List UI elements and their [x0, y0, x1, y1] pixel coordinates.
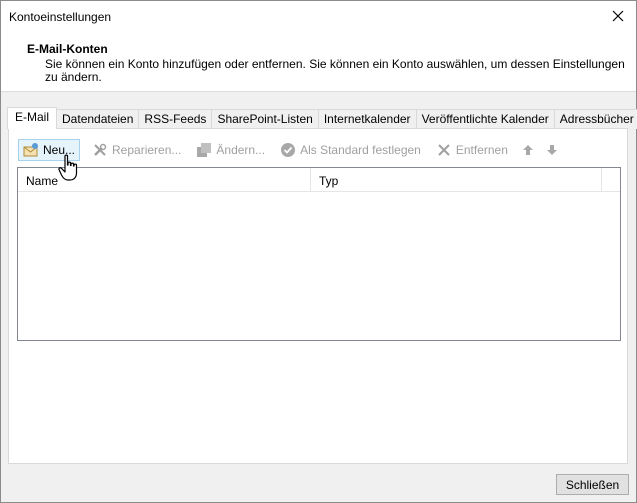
email-tab-panel: Neu... Reparieren... Ändern... Als Stand…	[8, 128, 628, 464]
change-button[interactable]: Ändern...	[193, 139, 268, 161]
account-settings-dialog: Kontoeinstellungen E-Mail-Konten Sie kön…	[0, 0, 637, 503]
title-bar: Kontoeinstellungen	[1, 1, 636, 32]
arrow-down-icon	[546, 145, 557, 155]
remove-button[interactable]: Entfernen	[433, 139, 511, 161]
window-title: Kontoeinstellungen	[9, 10, 112, 24]
close-button[interactable]	[608, 6, 628, 26]
account-toolbar: Neu... Reparieren... Ändern... Als Stand…	[18, 138, 568, 162]
header-description: Sie können ein Konto hinzufügen oder ent…	[45, 57, 625, 84]
tab-sharepoint-lists[interactable]: SharePoint-Listen	[211, 109, 319, 129]
set-default-label: Als Standard festlegen	[300, 143, 421, 157]
remove-x-icon	[436, 142, 452, 158]
hand-pointer-cursor-icon	[58, 154, 78, 181]
checkmark-circle-icon	[280, 142, 296, 158]
tab-address-books[interactable]: Adressbücher	[553, 109, 637, 129]
accounts-list[interactable]: Name Typ	[17, 167, 621, 341]
repair-tools-icon	[92, 142, 108, 158]
tab-email[interactable]: E-Mail	[7, 107, 58, 129]
set-default-button[interactable]: Als Standard festlegen	[277, 139, 424, 161]
repair-label: Reparieren...	[112, 143, 182, 157]
move-down-button[interactable]	[544, 142, 560, 158]
dialog-header: E-Mail-Konten Sie können ein Konto hinzu…	[1, 32, 636, 92]
change-label: Ändern...	[216, 143, 266, 157]
column-header-type[interactable]: Typ	[311, 168, 602, 192]
tab-internet-calendars[interactable]: Internetkalender	[317, 109, 417, 129]
new-mail-account-icon	[23, 142, 39, 158]
tab-published-calendars[interactable]: Veröffentlichte Kalender	[415, 109, 555, 129]
tab-strip: E-Mail Datendateien RSS-Feeds SharePoint…	[7, 107, 637, 129]
move-up-button[interactable]	[520, 142, 536, 158]
header-title: E-Mail-Konten	[27, 42, 108, 56]
list-header: Name Typ	[18, 168, 620, 192]
tab-rss-feeds[interactable]: RSS-Feeds	[138, 109, 213, 129]
remove-label: Entfernen	[455, 143, 508, 157]
change-icon	[196, 142, 212, 158]
close-dialog-button[interactable]: Schließen	[556, 474, 629, 495]
close-icon	[612, 10, 624, 22]
repair-button[interactable]: Reparieren...	[89, 139, 184, 161]
tab-data-files[interactable]: Datendateien	[56, 109, 140, 129]
arrow-up-icon	[522, 145, 533, 155]
